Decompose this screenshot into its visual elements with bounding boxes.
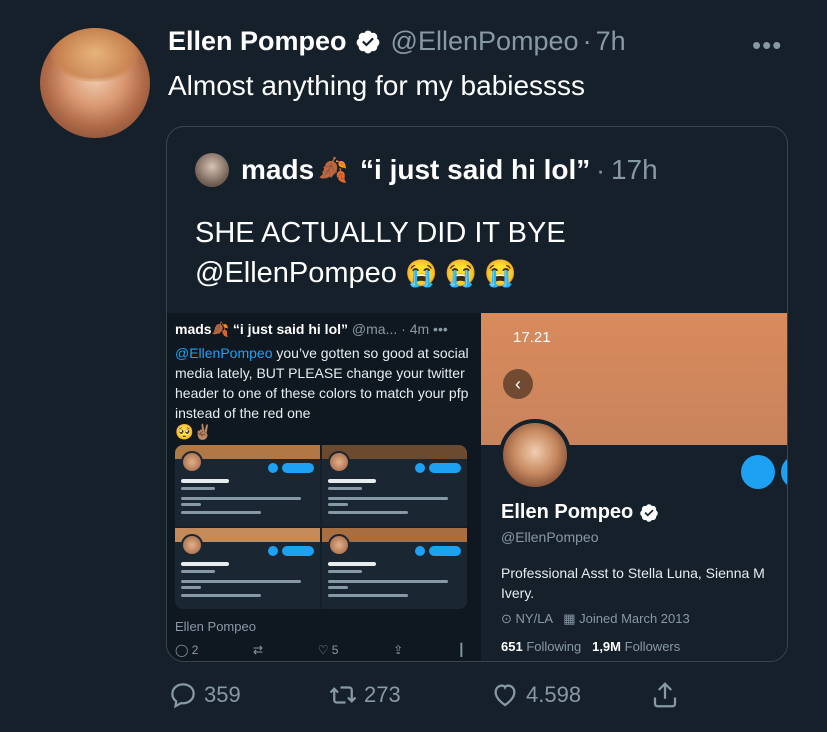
screenshot-tweet-image[interactable]: mads🍂 “i just said hi lol” @ma... · 4m •… (167, 313, 481, 661)
location-icon: ⊙ (501, 611, 512, 626)
header-mockup-grid (175, 445, 467, 609)
like-button[interactable]: 4.598 (490, 680, 581, 710)
header-mockup-card (175, 445, 320, 526)
separator-dot: · (582, 26, 592, 56)
calendar-icon: ▦ (563, 611, 576, 626)
screenshot-mention: @EllenPompeo (175, 345, 273, 361)
reply-button[interactable]: 359 (168, 680, 241, 710)
screenshot-emoji: 🥺✌🏽 (175, 424, 213, 441)
more-options-icon[interactable]: ••• (752, 30, 782, 61)
profile-handle: @EllenPompeo (501, 529, 599, 545)
screenshot-tweet-text: @EllenPompeo you’ve gotten so good at so… (175, 343, 475, 423)
screenshot-more-icon: ••• (433, 321, 448, 337)
quoted-tweet[interactable]: mads 🍂 “i just said hi lol” · 17h SHE AC… (166, 126, 788, 662)
retweet-icon (329, 686, 357, 704)
verified-badge-icon (356, 30, 379, 53)
profile-bio: Professional Asst to Stella Luna, Sienna… (501, 565, 765, 601)
share-icon (653, 682, 677, 708)
screenshot-footer-label: Ellen Pompeo (175, 619, 256, 634)
quoted-text-line1: SHE ACTUALLY DID IT BYE (195, 217, 566, 249)
screenshot-handle: @ma... (351, 321, 398, 337)
profile-meta: ⊙ NY/LA ▦ Joined March 2013 (501, 611, 690, 627)
verified-badge-icon (640, 503, 658, 522)
header-mockup-card (322, 528, 467, 609)
back-arrow-icon: ‹ (503, 369, 533, 399)
screenshot-like: ♡ 5 (317, 643, 339, 657)
notification-bell-icon (741, 455, 775, 489)
tweet-text: Almost anything for my babiessss (168, 70, 586, 101)
profile-follow-stats: 651 Following 1,9M Followers (501, 639, 681, 654)
profile-avatar (499, 419, 571, 491)
header-mockup-card (175, 528, 320, 609)
quoted-tweet-text: SHE ACTUALLY DID IT BYE @EllenPompeo 😭 😭… (195, 213, 775, 293)
status-bar-time: 17.21 (513, 329, 551, 346)
leaf-emoji: 🍂 (318, 156, 349, 184)
crying-emoji: 😭 😭 😭 (405, 258, 517, 288)
quoted-media[interactable]: mads🍂 “i just said hi lol” @ma... · 4m •… (167, 313, 787, 661)
heart-icon (494, 684, 516, 707)
like-count: 4.598 (526, 682, 582, 707)
separator-dot: · (596, 154, 605, 185)
quoted-author-name: mads (241, 154, 315, 185)
author-name[interactable]: Ellen Pompeo (168, 26, 347, 57)
screenshot-profile-image[interactable]: 17.21 ‹ Ellen Pompeo @EllenPompeo Profes… (481, 313, 787, 661)
following-button (781, 455, 787, 489)
screenshot-author: mads🍂 “i just said hi lol” (175, 321, 349, 337)
reply-icon (171, 683, 195, 709)
screenshot-share-icon: ⇪ (393, 643, 404, 657)
screenshot-time: · 4m (401, 321, 430, 337)
screenshot-retweet-icon: ⇄ (253, 643, 264, 657)
author-avatar[interactable] (40, 28, 150, 138)
profile-joined: Joined March 2013 (579, 611, 690, 626)
profile-location: NY/LA (515, 611, 553, 626)
screenshot-reply: ◯ 2 (175, 643, 199, 657)
profile-name: Ellen Pompeo (501, 501, 659, 524)
author-handle[interactable]: @EllenPompeo (391, 26, 579, 57)
header-mockup-card (322, 445, 467, 526)
quoted-timestamp: 17h (610, 154, 658, 185)
share-button[interactable] (650, 680, 686, 710)
retweet-count: 273 (364, 682, 401, 707)
screenshot-action-bar: ◯ 2 ⇄ ♡ 5 ⇪ ┃ (175, 643, 465, 657)
quoted-text-mention: @EllenPompeo (195, 257, 397, 289)
tweet-timestamp[interactable]: 7h (596, 26, 626, 57)
quoted-author-avatar (195, 153, 229, 187)
reply-count: 359 (204, 682, 241, 707)
quoted-author-display: “i just said hi lol” (360, 154, 591, 185)
quoted-tweet-header: mads 🍂 “i just said hi lol” · 17h (195, 153, 658, 187)
tweet-action-bar: 359 273 4.598 (168, 680, 698, 714)
screenshot-analytics-icon: ┃ (457, 643, 465, 657)
screenshot-tweet-header: mads🍂 “i just said hi lol” @ma... · 4m •… (175, 321, 448, 338)
retweet-button[interactable]: 273 (328, 680, 401, 710)
tweet-header: Ellen Pompeo @EllenPompeo · 7h (168, 26, 626, 57)
